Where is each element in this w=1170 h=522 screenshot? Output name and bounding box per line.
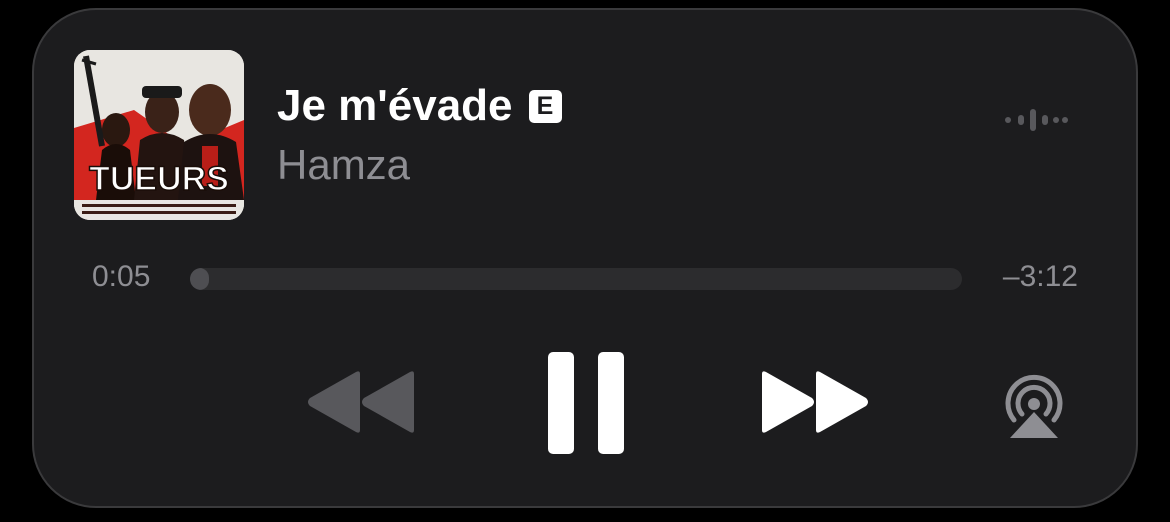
pause-icon (548, 352, 624, 454)
airplay-button[interactable] (1000, 370, 1068, 440)
album-artwork-headline: TUEURS (89, 160, 229, 198)
forward-icon (762, 371, 868, 433)
explicit-badge: E (528, 89, 562, 123)
artist-name[interactable]: Hamza (277, 144, 410, 186)
pause-button[interactable] (546, 352, 626, 454)
track-title-row: Je m'évade E (277, 84, 562, 128)
rewind-button[interactable] (306, 370, 418, 434)
progress-scrubber[interactable] (190, 268, 962, 290)
fast-forward-button[interactable] (758, 370, 870, 434)
album-artwork-image: TUEURS (74, 50, 244, 220)
airplay-audio-icon (1005, 374, 1063, 438)
album-artwork[interactable]: TUEURS (74, 50, 244, 220)
elapsed-time: 0:05 (92, 260, 151, 293)
track-title[interactable]: Je m'évade (277, 84, 513, 128)
waveform-icon (1005, 109, 1068, 131)
backward-icon (308, 371, 414, 433)
now-playing-widget: TUEURS Je m'évade E Hamza 0:05 –3:12 (32, 8, 1138, 508)
progress-fill (190, 268, 210, 290)
remaining-time: –3:12 (1002, 260, 1078, 293)
